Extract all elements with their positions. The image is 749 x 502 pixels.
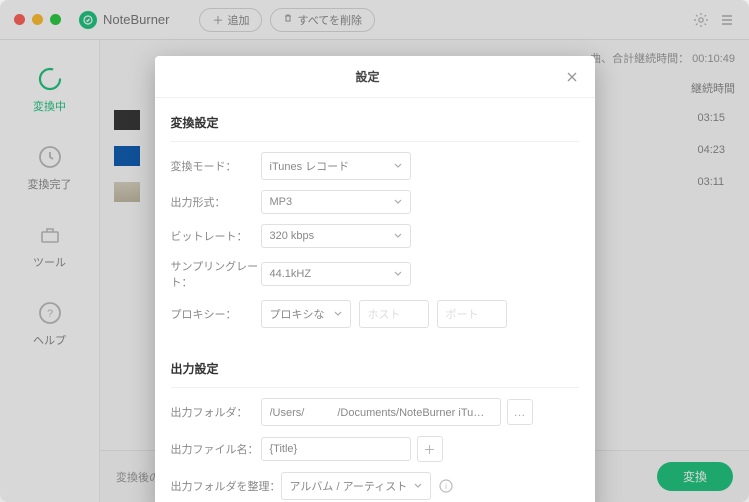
output-folder-label: 出力フォルダ： bbox=[171, 404, 261, 420]
settings-modal: 設定 変換設定 変換モード： iTunes レコード 出力形式： bbox=[155, 56, 595, 502]
plus-icon: ＋ bbox=[423, 441, 435, 458]
organize-select[interactable]: アルバム / アーティスト bbox=[281, 472, 431, 500]
output-filename-input[interactable]: {Title} bbox=[261, 437, 411, 461]
bitrate-value: 320 kbps bbox=[270, 230, 315, 242]
ellipsis-icon: … bbox=[514, 405, 526, 419]
bitrate-label: ビットレート： bbox=[171, 228, 261, 244]
modal-header: 設定 bbox=[155, 56, 595, 98]
output-settings-section: 出力設定 出力フォルダ： /Users/​ /Documents/NoteBur… bbox=[155, 344, 595, 502]
mode-label: 変換モード： bbox=[171, 158, 261, 174]
organize-label: 出力フォルダを整理： bbox=[171, 478, 281, 494]
samplerate-value: 44.1kHZ bbox=[270, 268, 312, 280]
proxy-select[interactable]: プロキシな bbox=[261, 300, 351, 328]
chevron-down-icon bbox=[334, 310, 342, 318]
output-folder-input[interactable]: /Users/​ /Documents/NoteBurner iTunes DR… bbox=[261, 398, 501, 426]
chevron-down-icon bbox=[394, 162, 402, 170]
bitrate-select[interactable]: 320 kbps bbox=[261, 224, 411, 248]
samplerate-select[interactable]: 44.1kHZ bbox=[261, 262, 411, 286]
info-icon[interactable]: i bbox=[439, 479, 453, 493]
proxy-port-input[interactable]: ポート bbox=[437, 300, 507, 328]
chevron-down-icon bbox=[414, 482, 422, 490]
chevron-down-icon bbox=[394, 198, 402, 206]
proxy-label: プロキシー： bbox=[171, 306, 261, 322]
organize-value: アルバム / アーティスト bbox=[290, 478, 408, 494]
format-label: 出力形式： bbox=[171, 194, 261, 210]
chevron-down-icon bbox=[394, 270, 402, 278]
proxy-host-input[interactable]: ホスト bbox=[359, 300, 429, 328]
modal-title: 設定 bbox=[171, 68, 565, 85]
section-title-conversion: 変換設定 bbox=[171, 108, 579, 142]
conversion-settings-section: 変換設定 変換モード： iTunes レコード 出力形式： MP3 bbox=[155, 98, 595, 344]
chevron-down-icon bbox=[394, 232, 402, 240]
output-filename-value: {Title} bbox=[270, 443, 298, 455]
svg-text:i: i bbox=[445, 482, 447, 491]
proxy-value: プロキシな bbox=[270, 306, 325, 322]
close-icon[interactable] bbox=[565, 70, 579, 84]
samplerate-label: サンプリングレート： bbox=[171, 258, 261, 290]
output-filename-label: 出力ファイル名： bbox=[171, 441, 261, 457]
app-window: NoteBurner ＋ 追加 すべてを削除 bbox=[0, 0, 749, 502]
modal-overlay: 設定 変換設定 変換モード： iTunes レコード 出力形式： bbox=[0, 0, 749, 502]
format-select[interactable]: MP3 bbox=[261, 190, 411, 214]
output-folder-value: /Users/​ /Documents/NoteBurner iTunes DR… bbox=[270, 404, 490, 420]
mode-value: iTunes レコード bbox=[270, 158, 350, 174]
browse-folder-button[interactable]: … bbox=[507, 399, 533, 425]
proxy-port-placeholder: ポート bbox=[446, 306, 479, 322]
proxy-host-placeholder: ホスト bbox=[368, 306, 401, 322]
section-title-output: 出力設定 bbox=[171, 354, 579, 388]
format-value: MP3 bbox=[270, 196, 293, 208]
add-tag-button[interactable]: ＋ bbox=[417, 436, 443, 462]
mode-select[interactable]: iTunes レコード bbox=[261, 152, 411, 180]
